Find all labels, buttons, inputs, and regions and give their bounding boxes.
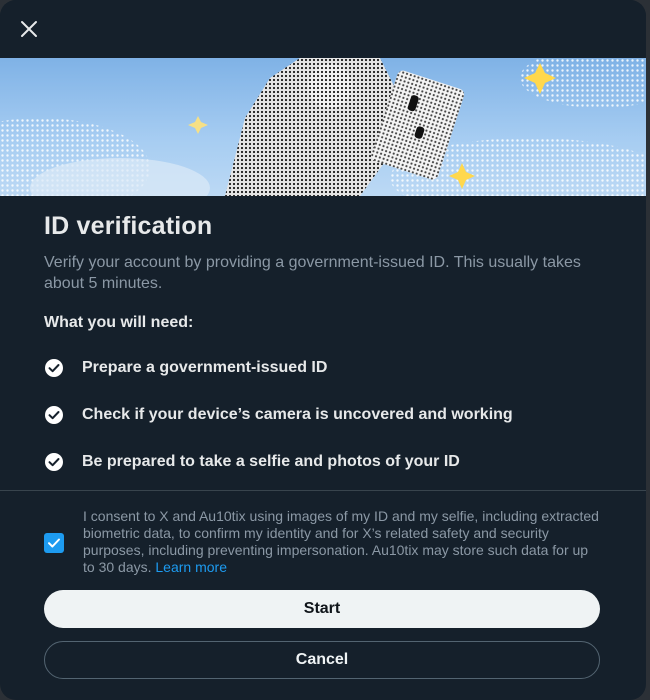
close-icon: [21, 21, 37, 37]
requirement-label: Check if your device’s camera is uncover…: [82, 406, 513, 423]
requirements-heading: What you will need:: [44, 314, 194, 331]
requirement-label: Be prepared to take a selfie and photos …: [82, 453, 460, 470]
hero-illustration: [0, 58, 646, 196]
halftone-illustration: [0, 58, 646, 196]
page-subtitle: Verify your account by providing a gover…: [44, 254, 581, 292]
page-title: ID verification: [44, 212, 213, 240]
dialog-header: [0, 0, 646, 58]
id-verification-dialog: ID verification Verify your account by p…: [0, 0, 646, 700]
check-circle-icon: [45, 453, 63, 471]
cancel-button[interactable]: Cancel: [44, 641, 600, 679]
consent-text: I consent to X and Au10tix using images …: [83, 508, 603, 576]
requirement-item: Prepare a government-issued ID: [44, 356, 327, 380]
requirement-item: Be prepared to take a selfie and photos …: [44, 450, 460, 474]
consent-checkbox[interactable]: [44, 533, 64, 553]
checkmark-icon: [48, 538, 60, 548]
start-button[interactable]: Start: [44, 590, 600, 628]
divider: [0, 490, 646, 491]
requirement-label: Prepare a government-issued ID: [82, 359, 328, 376]
check-circle-icon: [45, 359, 63, 377]
requirement-item: Check if your device’s camera is uncover…: [44, 403, 513, 427]
learn-more-link[interactable]: Learn more: [155, 559, 227, 575]
check-circle-icon: [45, 406, 63, 424]
close-button[interactable]: [12, 12, 46, 46]
